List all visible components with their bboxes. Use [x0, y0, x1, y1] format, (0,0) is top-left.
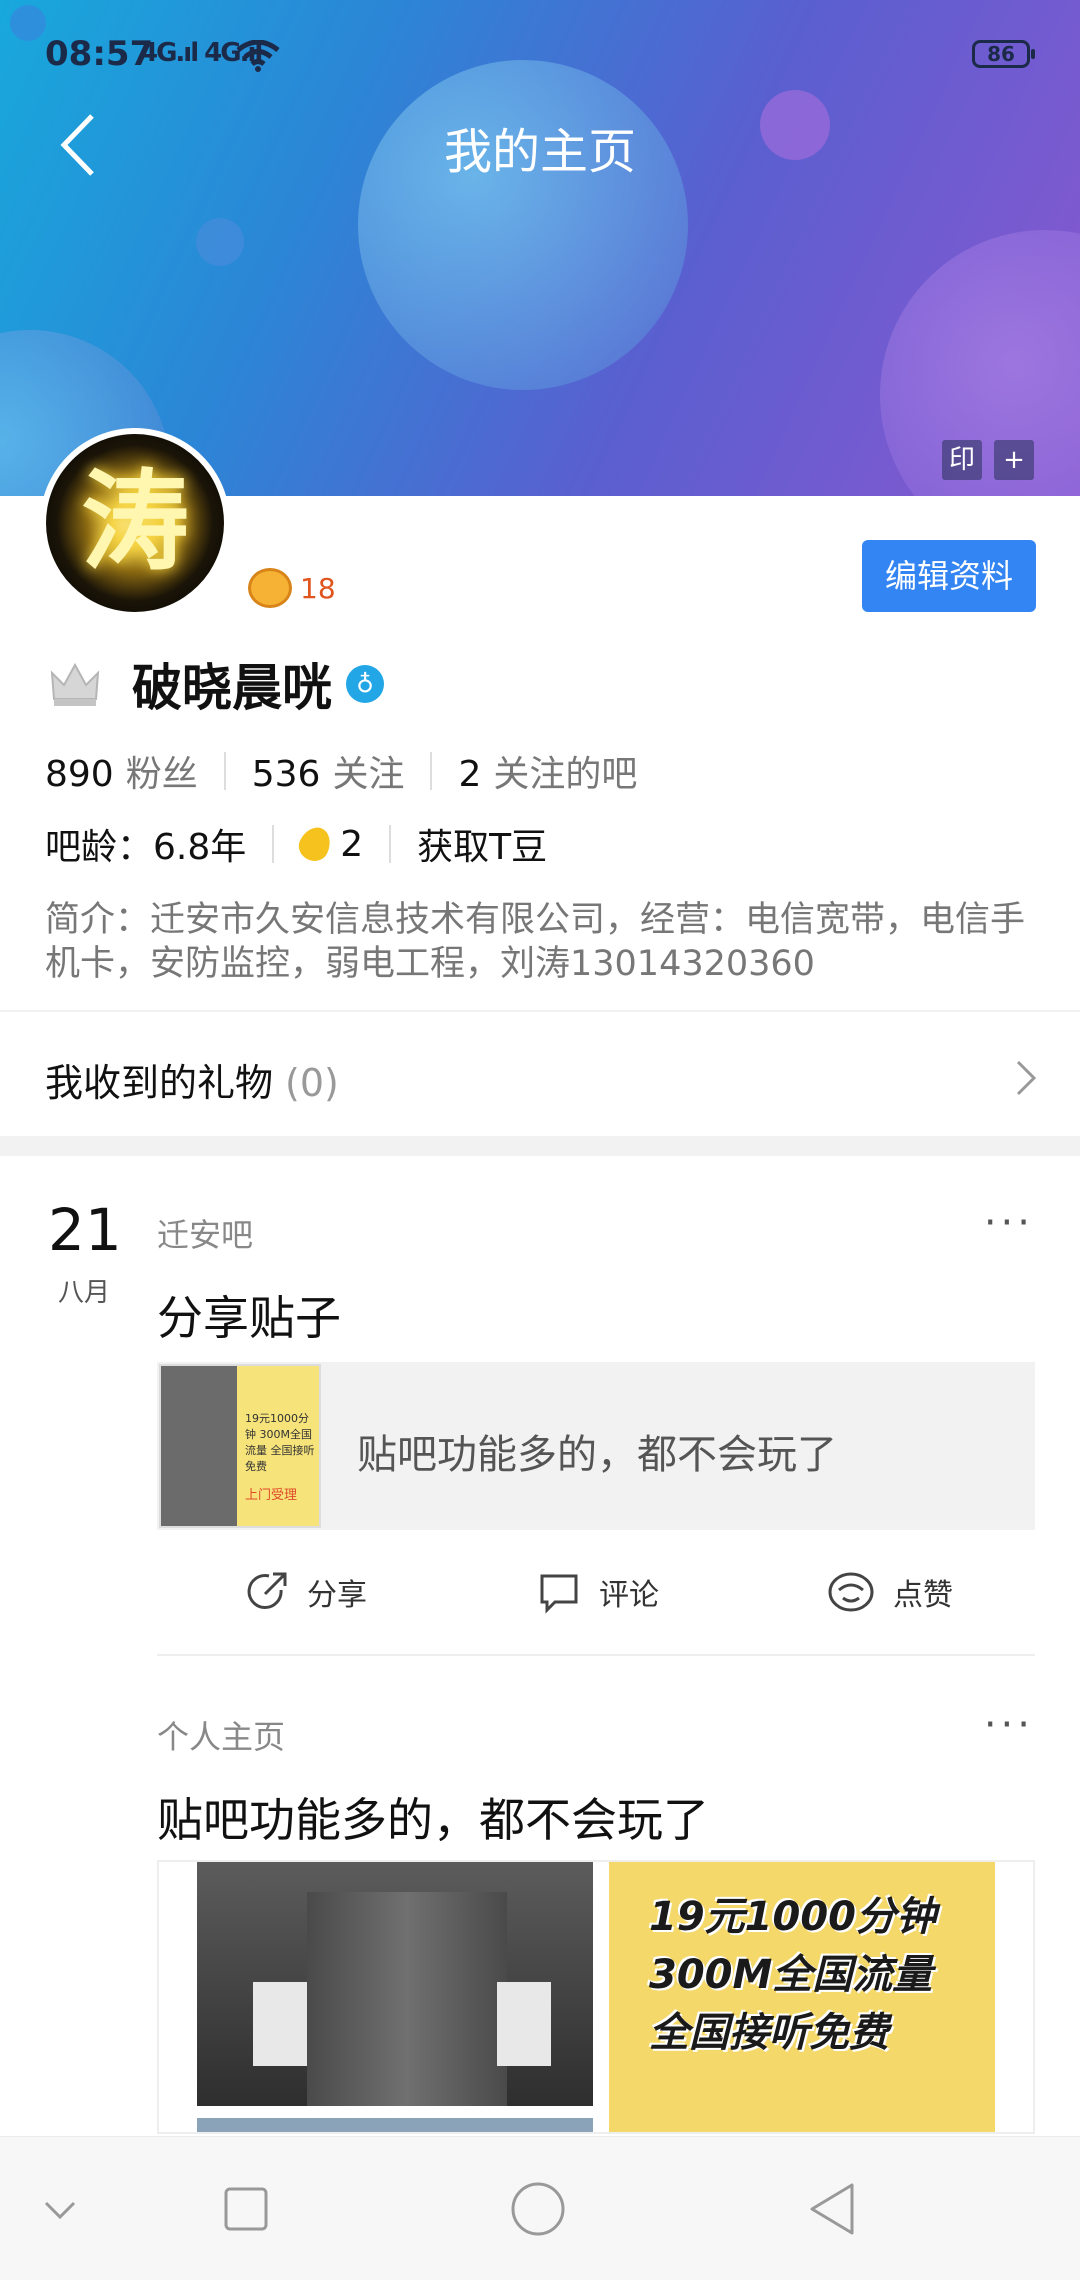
- shared-post-card[interactable]: 19元1000分钟 300M全国流量 全国接听免费 上门受理 贴吧功能多的，都不…: [157, 1362, 1035, 1530]
- page-title: 我的主页: [443, 124, 636, 180]
- bio-text: 简介：迁安市久安信息技术有限公司，经营：电信宽带，电信手机卡，安防监控，弱电工程…: [45, 900, 1026, 984]
- section-divider: [0, 1136, 1080, 1156]
- storefront-sign: [497, 1982, 551, 2066]
- promo-line: 300M全国流量: [649, 1952, 933, 1998]
- storefront-door: [307, 1892, 507, 2106]
- banner-bubble: [760, 90, 830, 160]
- t-bean-icon: [294, 822, 337, 866]
- chevron-down-icon[interactable]: [42, 2181, 78, 2237]
- followed-bars-count: 2: [458, 754, 482, 795]
- age-row: 吧龄：6.8年 2 获取T豆: [45, 818, 547, 870]
- shared-post-text: 贴吧功能多的，都不会玩了: [357, 1432, 837, 1478]
- divider: [157, 1654, 1035, 1656]
- post-title[interactable]: 贴吧功能多的，都不会玩了: [157, 1784, 709, 1850]
- status-time: 08:57: [45, 34, 154, 74]
- verified-icon[interactable]: ♁: [346, 665, 384, 703]
- like-label: 点赞: [893, 1578, 953, 1613]
- crown-icon: [50, 662, 100, 706]
- avatar[interactable]: 涛: [40, 428, 230, 618]
- home-icon[interactable]: [510, 2181, 566, 2237]
- level-badge[interactable]: 18: [248, 568, 336, 608]
- status-bar: 08:57 4G.ıl 4G.ıl 86: [0, 28, 1080, 84]
- divider: [430, 752, 433, 790]
- wifi-icon: [236, 40, 280, 72]
- fans-label: 粉丝: [125, 754, 198, 795]
- photo-strip: [197, 2118, 593, 2132]
- gifts-label: 我收到的礼物 (0): [45, 1061, 339, 1105]
- following-label: 关注: [332, 754, 405, 795]
- comment-button[interactable]: 评论: [537, 1570, 659, 1614]
- comment-label: 评论: [599, 1578, 659, 1613]
- post-title[interactable]: 分享贴子: [157, 1282, 341, 1348]
- more-options-icon[interactable]: ···: [984, 1702, 1034, 1748]
- storefront-sign: [253, 1982, 307, 2066]
- post-forum-name[interactable]: 迁安吧: [157, 1210, 253, 1256]
- thumb-text: 19元1000分钟 300M全国流量 全国接听免费: [245, 1412, 315, 1473]
- divider: [223, 752, 226, 790]
- promo-poster: 19元1000分钟 300M全国流量 全国接听免费: [609, 1862, 995, 2132]
- banner-bubble: [358, 60, 688, 390]
- share-button[interactable]: 分享: [245, 1570, 367, 1614]
- add-button[interactable]: +: [994, 440, 1034, 480]
- divider: [272, 825, 275, 863]
- followed-bars-label: 关注的吧: [493, 754, 638, 795]
- header-banner: 08:57 4G.ıl 4G.ıl 86 我的主页 印 +: [0, 0, 1080, 496]
- followed-bars-stat[interactable]: 2 关注的吧: [458, 745, 637, 797]
- stamp-button[interactable]: 印: [942, 440, 982, 480]
- username: 破晓晨咣: [132, 659, 332, 717]
- battery-icon: 86: [972, 40, 1035, 68]
- bar-age: 吧龄：6.8年: [45, 827, 247, 868]
- stats-row: 890 粉丝 536 关注 2 关注的吧: [45, 745, 637, 797]
- divider: [389, 825, 392, 863]
- t-bean-count: 2: [340, 823, 364, 865]
- recent-apps-icon[interactable]: [222, 2181, 270, 2237]
- get-t-beans-link[interactable]: 获取T豆: [417, 818, 547, 870]
- storefront-photo: [197, 1862, 593, 2106]
- banner-bubble: [196, 218, 244, 266]
- promo-line: 19元1000分钟: [649, 1894, 936, 1940]
- fans-count: 890: [45, 754, 114, 795]
- back-nav-icon[interactable]: [806, 2181, 858, 2237]
- gifts-count: (0): [285, 1061, 339, 1105]
- thumb-text: 上门受理: [245, 1488, 298, 1503]
- name-row: 破晓晨咣 ♁: [48, 648, 384, 720]
- post-actions: 分享 评论 点赞: [157, 1570, 1035, 1650]
- share-icon: [247, 1572, 287, 1609]
- edit-profile-button[interactable]: 编辑资料: [862, 540, 1036, 612]
- shared-post-thumbnail: 19元1000分钟 300M全国流量 全国接听免费 上门受理: [159, 1364, 321, 1528]
- avatar-image: 涛: [46, 434, 224, 612]
- system-nav-bar: [0, 2136, 1080, 2280]
- more-options-icon[interactable]: ···: [984, 1200, 1034, 1246]
- share-label: 分享: [307, 1578, 367, 1613]
- following-count: 536: [251, 754, 321, 795]
- fans-stat[interactable]: 890 粉丝: [45, 745, 198, 797]
- level-icon: [248, 568, 292, 608]
- level-number: 18: [300, 571, 336, 605]
- like-icon: [828, 1572, 874, 1612]
- back-icon[interactable]: [50, 110, 110, 180]
- gifts-row[interactable]: 我收到的礼物 (0): [0, 1010, 1080, 1134]
- following-stat[interactable]: 536 关注: [252, 745, 405, 797]
- chevron-right-icon: [1016, 1060, 1037, 1096]
- like-button[interactable]: 点赞: [827, 1570, 953, 1614]
- post-date-month: 八月: [58, 1278, 111, 1308]
- comment-icon: [540, 1574, 578, 1614]
- promo-line: 全国接听免费: [649, 2010, 889, 2056]
- post-date-day: 21: [48, 1196, 122, 1264]
- post-image[interactable]: 19元1000分钟 300M全国流量 全国接听免费: [157, 1860, 1035, 2134]
- post-forum-name[interactable]: 个人主页: [157, 1712, 285, 1758]
